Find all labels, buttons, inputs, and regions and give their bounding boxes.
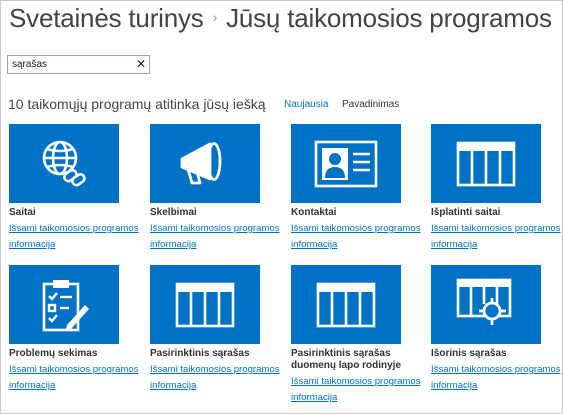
app-name: Problemų sekimas xyxy=(9,348,98,359)
app-tile[interactable]: Saitai Išsami taikomosios programos info… xyxy=(9,124,139,253)
app-tile[interactable]: Kontaktai Išsami taikomosios programos i… xyxy=(291,124,421,253)
app-details-link[interactable]: Išsami taikomosios programos informacija xyxy=(431,221,561,253)
app-details-link[interactable]: Išsami taikomosios programos informacija xyxy=(150,362,280,394)
app-tile[interactable]: Skelbimai Išsami taikomosios programos i… xyxy=(150,124,280,253)
app-name: Išorinis sąrašas xyxy=(431,348,507,359)
app-icon-tile[interactable] xyxy=(9,265,119,344)
app-name: Skelbimai xyxy=(150,207,197,218)
app-details-link[interactable]: Išsami taikomosios programos informacija xyxy=(291,221,421,253)
app-icon-tile[interactable] xyxy=(431,124,541,203)
app-details-link[interactable]: Išsami taikomosios programos informacija xyxy=(9,221,139,253)
sort-name-link[interactable]: Pavadinimas xyxy=(342,99,399,110)
search-box: ✕ xyxy=(7,55,150,74)
app-details-link[interactable]: Išsami taikomosios programos informacija xyxy=(291,374,421,406)
results-count: 10 taikomųjų programų atitinka jūsų iešk… xyxy=(8,96,266,112)
app-icon-tile[interactable] xyxy=(291,265,401,344)
link-globe-icon xyxy=(42,140,86,186)
page-title: Jūsų taikomosios programos xyxy=(226,3,552,33)
app-icon-tile[interactable] xyxy=(291,124,401,203)
app-tile[interactable]: Išplatinti saitai Išsami taikomosios pro… xyxy=(431,124,561,253)
clear-search-icon[interactable]: ✕ xyxy=(136,57,146,72)
contact-card-icon xyxy=(314,140,378,187)
list-grid-icon xyxy=(175,282,235,327)
list-grid-icon xyxy=(316,282,376,327)
app-tile[interactable]: Išorinis sąrašas Išsami taikomosios prog… xyxy=(431,265,561,394)
search-input[interactable] xyxy=(8,56,136,73)
app-icon-tile[interactable] xyxy=(150,265,260,344)
external-list-icon xyxy=(456,278,512,325)
app-icon-tile[interactable] xyxy=(9,124,119,203)
app-details-link[interactable]: Išsami taikomosios programos informacija xyxy=(9,362,139,394)
megaphone-icon xyxy=(180,141,222,184)
app-name: Saitai xyxy=(9,207,36,218)
app-name: Kontaktai xyxy=(291,207,337,218)
sort-newest-link[interactable]: Naujausia xyxy=(284,99,328,110)
app-icon-tile[interactable] xyxy=(150,124,260,203)
clipboard-checklist-icon xyxy=(42,279,89,331)
app-tile[interactable]: Problemų sekimas Išsami taikomosios prog… xyxy=(9,265,139,394)
app-tile[interactable]: Pasirinktinis sąrašas duomenų lapo rodin… xyxy=(291,265,421,406)
breadcrumb-site-contents[interactable]: Svetainės turinys xyxy=(9,3,204,33)
breadcrumb: Svetainės turinys › Jūsų taikomosios progr… xyxy=(9,3,552,34)
app-tile[interactable]: Pasirinktinis sąrašas Išsami taikomosios… xyxy=(150,265,280,394)
breadcrumb-separator: › xyxy=(212,9,218,25)
app-name: Išplatinti saitai xyxy=(431,207,501,218)
app-name: Pasirinktinis sąrašas duomenų lapo rodin… xyxy=(291,348,402,371)
app-details-link[interactable]: Išsami taikomosios programos informacija xyxy=(431,362,561,394)
list-grid-icon xyxy=(456,141,516,186)
app-details-link[interactable]: Išsami taikomosios programos informacija xyxy=(150,221,280,253)
app-name: Pasirinktinis sąrašas xyxy=(150,348,250,359)
app-icon-tile[interactable] xyxy=(431,265,541,344)
